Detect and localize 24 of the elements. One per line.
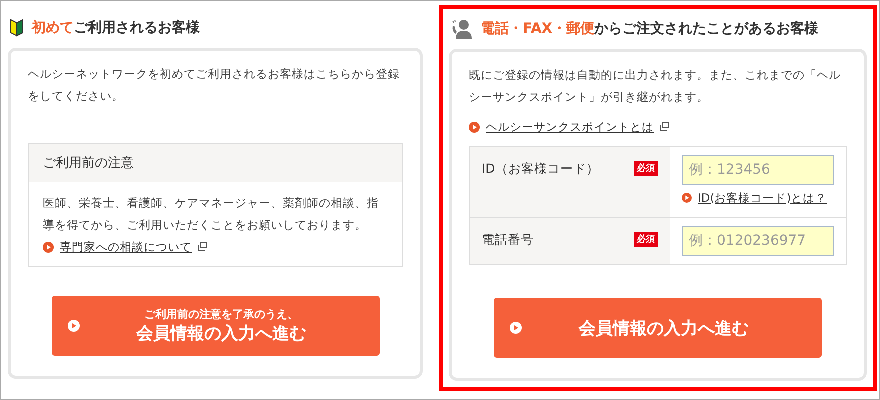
help-link[interactable]: ID(お客様コード)とは？ [698, 190, 828, 206]
consultation-link[interactable]: 専門家への相談について [60, 240, 192, 254]
play-circle-icon [682, 193, 692, 203]
field-label: 電話番号 [482, 232, 534, 249]
section-title: 電話・FAX・郵便からご注文されたことがあるお客様 [481, 20, 819, 38]
play-circle-icon [68, 320, 80, 332]
points-link[interactable]: ヘルシーサンクスポイントとは [486, 120, 654, 134]
intro-text: 既にご登録の情報は自動的に出力されます。また、これまでの「ヘルシーサンクスポイント」が引き継がれます。 [469, 67, 842, 106]
play-circle-icon [43, 242, 54, 252]
input-field[interactable]: 例：123456 [682, 155, 834, 185]
section-title: 初めてご利用されるお客様 [32, 19, 200, 37]
required-badge: 必須 [634, 232, 658, 247]
field-label: ID（お客様コード） [482, 161, 600, 178]
input-field[interactable]: 例：0120236977 [682, 226, 834, 256]
notice-heading: ご利用前の注意 [29, 144, 402, 182]
play-circle-icon [510, 322, 522, 334]
play-circle-icon [469, 122, 480, 132]
external-link-icon [660, 122, 670, 132]
external-link-icon [198, 242, 208, 252]
beginner-mark-icon [10, 19, 24, 37]
intro-text: ヘルシーネットワークを初めてご利用されるお客様はこちらから登録をしてください。 [28, 66, 401, 105]
notice-text: 医師、栄養士、看護師、ケアマネージャー、薬剤師の相談、指導を得てから、ご利用いただくことをお願いしております。 [43, 195, 380, 234]
person-phone-icon [451, 18, 473, 40]
required-badge: 必須 [634, 161, 658, 176]
